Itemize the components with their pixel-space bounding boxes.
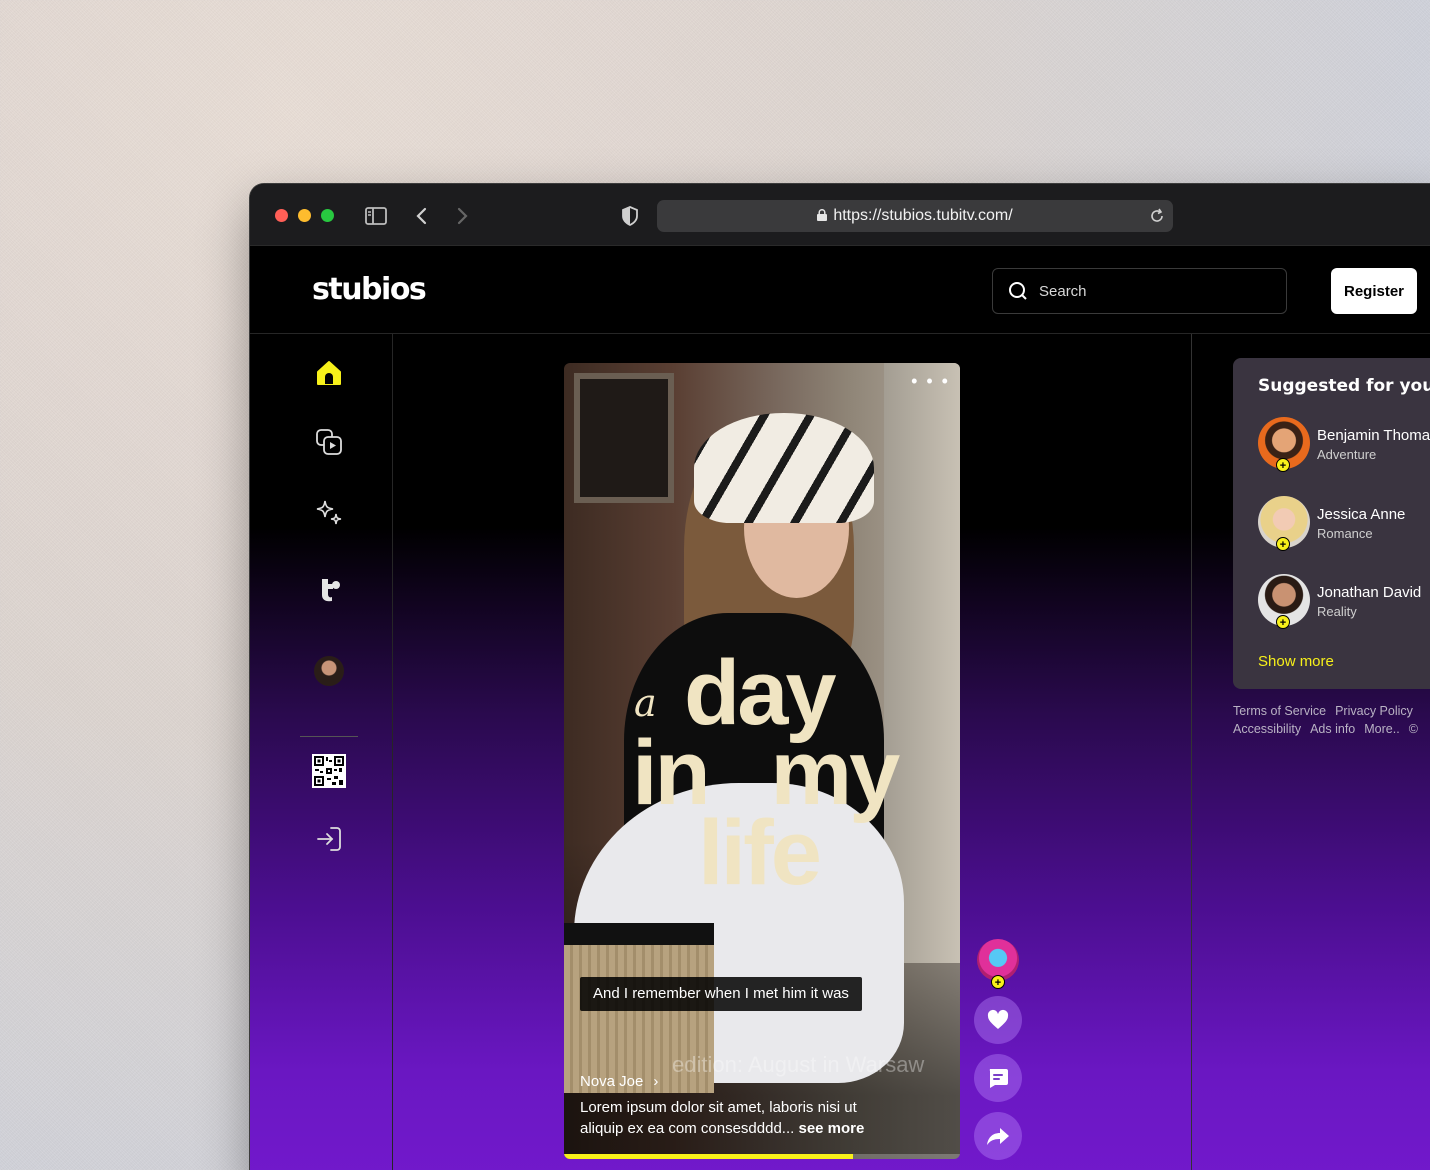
footer-link[interactable]: More..	[1364, 722, 1399, 736]
like-button[interactable]	[974, 996, 1022, 1044]
user-genre: Romance	[1317, 526, 1373, 541]
overlay-text: edition: August in Warsaw	[672, 1052, 925, 1077]
footer-link[interactable]: Accessibility	[1233, 722, 1301, 736]
see-more-link[interactable]: see more	[798, 1120, 864, 1137]
top-bar: stubios Register	[250, 246, 1430, 334]
follow-plus-icon[interactable]: +	[1276, 537, 1290, 551]
search-icon	[1009, 282, 1027, 300]
minimize-window-button[interactable]	[298, 209, 311, 222]
follow-plus-icon[interactable]: +	[1276, 458, 1290, 472]
browser-window: https://stubios.tubitv.com/ stubios Regi…	[250, 184, 1430, 1170]
left-sidebar	[250, 334, 393, 1170]
forward-icon[interactable]	[450, 204, 474, 228]
search-input[interactable]	[1039, 269, 1269, 313]
reload-icon[interactable]	[1149, 208, 1165, 224]
lock-icon	[817, 209, 828, 221]
background-window	[574, 373, 674, 503]
maximize-window-button[interactable]	[321, 209, 334, 222]
user-genre: Adventure	[1317, 447, 1377, 462]
title-a: a	[634, 681, 657, 725]
home-icon[interactable]	[314, 358, 344, 388]
register-button[interactable]: Register	[1331, 268, 1417, 314]
video-player[interactable]: day a in my life • • • And I remember wh…	[564, 363, 960, 1159]
more-options-icon[interactable]: • • •	[911, 371, 950, 392]
login-icon[interactable]	[314, 824, 344, 854]
user-genre: Reality	[1317, 604, 1357, 619]
tubi-logo-icon[interactable]	[314, 574, 344, 604]
chevron-right-icon: ›	[653, 1073, 659, 1090]
share-icon	[987, 1128, 1009, 1145]
comment-button[interactable]	[974, 1054, 1022, 1102]
footer-links: Terms of Service Privacy Policy Accessibi…	[1233, 702, 1430, 738]
video-author[interactable]: Nova Joe ›	[580, 1073, 658, 1090]
suggested-user[interactable]: + Benjamin Thomas Adventure	[1258, 417, 1430, 473]
heart-icon	[987, 1009, 1009, 1029]
search-box[interactable]	[992, 268, 1287, 314]
suggested-user[interactable]: + Jessica Anne Romance	[1258, 496, 1430, 552]
sparkles-icon[interactable]	[314, 498, 344, 528]
comment-icon	[989, 1069, 1008, 1088]
person-scarf	[694, 413, 874, 523]
show-more-button[interactable]: Show more	[1258, 653, 1334, 670]
address-bar[interactable]: https://stubios.tubitv.com/	[657, 200, 1173, 232]
sidebar-toggle-icon[interactable]	[364, 204, 388, 228]
share-button[interactable]	[974, 1112, 1022, 1160]
video-description: Lorem ipsum dolor sit amet, laboris nisi…	[580, 1097, 880, 1139]
site-logo[interactable]: stubios	[312, 272, 427, 307]
shield-icon[interactable]	[618, 204, 642, 228]
user-name: Jessica Anne	[1317, 506, 1406, 523]
sidebar-divider	[300, 736, 358, 737]
column-divider	[1191, 334, 1192, 1170]
footer-link[interactable]: Privacy Policy	[1335, 704, 1413, 718]
follow-plus-icon[interactable]: +	[991, 975, 1005, 989]
footer-link[interactable]: ©	[1409, 722, 1418, 736]
app-root: stubios Register	[250, 246, 1430, 1170]
user-name: Jonathan David	[1317, 584, 1422, 601]
user-name: Benjamin Thomas	[1317, 427, 1430, 444]
suggested-title: Suggested for you	[1258, 376, 1430, 396]
video-library-icon[interactable]	[314, 427, 344, 457]
browser-toolbar: https://stubios.tubitv.com/	[250, 184, 1430, 246]
back-icon[interactable]	[410, 204, 434, 228]
avatar[interactable]	[314, 656, 344, 686]
close-window-button[interactable]	[275, 209, 288, 222]
video-caption: And I remember when I met him it was	[580, 977, 862, 1011]
progress-fill	[564, 1154, 854, 1159]
footer-link[interactable]: Ads info	[1310, 722, 1355, 736]
suggested-user[interactable]: + Jonathan David Reality	[1258, 574, 1430, 630]
title-life: life	[698, 802, 822, 904]
follow-plus-icon[interactable]: +	[1276, 615, 1290, 629]
url-text: https://stubios.tubitv.com/	[833, 207, 1013, 224]
footer-link[interactable]: Terms of Service	[1233, 704, 1326, 718]
author-name: Nova Joe	[580, 1073, 644, 1090]
qr-code-icon[interactable]	[312, 754, 346, 788]
suggested-panel: Suggested for you + Benjamin Thomas Adve…	[1233, 358, 1430, 689]
